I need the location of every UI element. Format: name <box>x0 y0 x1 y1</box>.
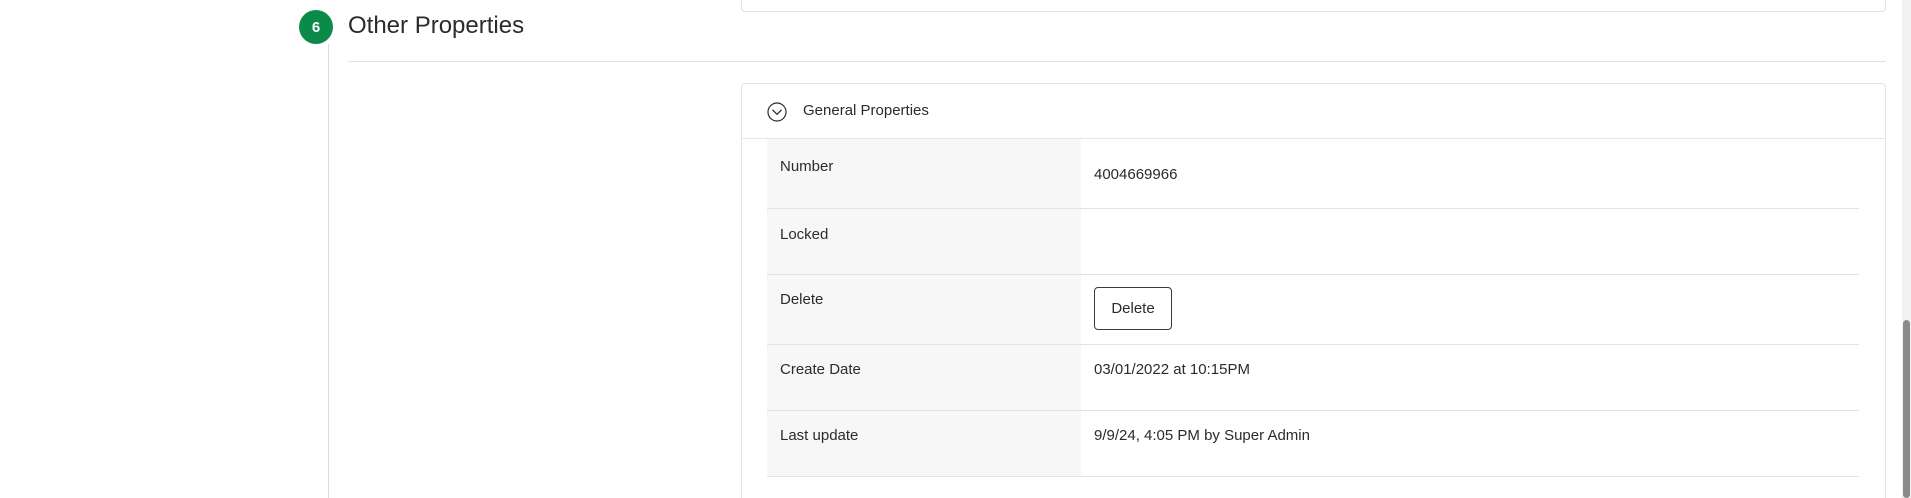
property-row-create-date: Create Date 03/01/2022 at 10:15PM <box>767 345 1859 411</box>
card-header[interactable]: General Properties <box>742 84 1885 139</box>
property-row-last-update: Last update 9/9/24, 4:05 PM by Super Adm… <box>767 411 1859 477</box>
page: 6 Other Properties General Properties Nu… <box>0 0 1911 498</box>
property-label: Create Date <box>780 361 861 378</box>
timeline-line <box>328 44 329 498</box>
chevron-down-circle-icon[interactable] <box>767 102 787 122</box>
section-divider <box>348 61 1886 62</box>
property-label: Last update <box>780 427 859 444</box>
property-row-delete: Delete Delete <box>767 275 1859 345</box>
section-title: Other Properties <box>348 12 525 39</box>
property-value-number: 4004669966 <box>1094 166 1178 183</box>
step-number-badge: 6 <box>299 10 333 44</box>
delete-button[interactable]: Delete <box>1094 287 1172 330</box>
property-row-number: Number 4004669966 <box>767 139 1859 209</box>
property-value-last-update: 9/9/24, 4:05 PM by Super Admin <box>1094 427 1310 444</box>
property-label: Locked <box>780 226 829 243</box>
card-header-label: General Properties <box>803 102 929 119</box>
property-value-create-date: 03/01/2022 at 10:15PM <box>1094 361 1250 378</box>
properties-table: Number 4004669966 Locked Delete Delete C… <box>767 139 1859 477</box>
general-properties-card: General Properties Number 4004669966 Loc… <box>741 83 1886 498</box>
property-label: Number <box>780 158 834 175</box>
property-label: Delete <box>780 291 824 308</box>
property-row-locked: Locked <box>767 209 1859 275</box>
previous-section-card <box>741 0 1886 12</box>
scrollbar-thumb[interactable] <box>1903 320 1910 498</box>
